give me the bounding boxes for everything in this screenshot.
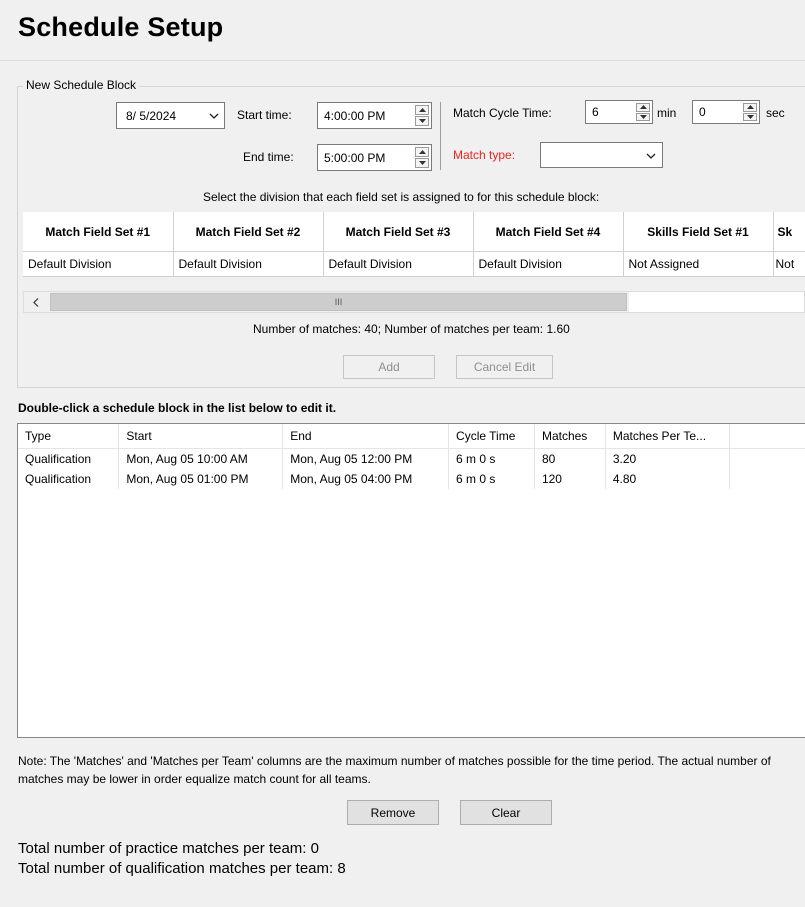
practice-total: Total number of practice matches per tea… [18, 840, 319, 857]
end-time-field[interactable]: 5:00:00 PM [317, 144, 432, 171]
field-set-header[interactable]: Match Field Set #3 [323, 212, 474, 252]
field-set-division-cell[interactable]: Not [773, 251, 805, 277]
row-matches-per-team: 3.20 [605, 448, 730, 469]
scroll-left-icon[interactable] [24, 292, 48, 312]
column-header-filler [729, 424, 805, 449]
date-value: 8/ 5/2024 [126, 108, 177, 123]
min-label: min [657, 106, 677, 120]
field-set-division-cell[interactable]: Default Division [473, 251, 624, 277]
chevron-down-icon [209, 113, 219, 119]
field-set-division-cell[interactable]: Default Division [173, 251, 324, 277]
start-time-label: Start time: [237, 108, 292, 122]
matches-note: Note: The 'Matches' and 'Matches per Tea… [18, 754, 771, 786]
row-end: Mon, Aug 05 04:00 PM [282, 469, 450, 489]
scrollbar-track[interactable] [629, 292, 804, 312]
row-end: Mon, Aug 05 12:00 PM [282, 448, 450, 469]
column-header-type[interactable]: Type [18, 424, 120, 449]
row-cycle-time: 6 m 0 s [448, 469, 535, 489]
sec-label: sec [766, 106, 785, 120]
field-set-table: Match Field Set #1 Match Field Set #2 Ma… [23, 212, 805, 277]
row-filler [729, 449, 805, 470]
row-type: Qualification [18, 469, 120, 489]
field-set-division-cell[interactable]: Default Division [323, 251, 474, 277]
column-header-end[interactable]: End [282, 424, 450, 449]
row-start: Mon, Aug 05 01:00 PM [118, 469, 284, 489]
column-header-matches-per-team[interactable]: Matches Per Te... [605, 424, 730, 449]
spin-down-icon[interactable] [415, 158, 429, 168]
spin-up-icon[interactable] [636, 103, 650, 112]
horizontal-scrollbar[interactable]: III [23, 291, 805, 313]
field-set-division-cell[interactable]: Default Division [23, 251, 174, 277]
vertical-separator [440, 102, 441, 170]
cycle-minutes-value: 6 [592, 105, 599, 119]
clear-button[interactable]: Clear [460, 800, 552, 825]
spin-up-icon[interactable] [743, 103, 757, 112]
page-title: Schedule Setup [18, 12, 224, 42]
spin-down-icon[interactable] [415, 116, 429, 126]
table-row[interactable]: Qualification Mon, Aug 05 01:00 PM Mon, … [18, 469, 805, 489]
list-hint: Double-click a schedule block in the lis… [18, 401, 337, 415]
row-start: Mon, Aug 05 10:00 AM [118, 448, 284, 469]
division-prompt: Select the division that each field set … [203, 190, 600, 204]
scrollbar-thumb[interactable]: III [50, 293, 627, 311]
schedule-block-list[interactable]: Type Start End Cycle Time Matches Matche… [17, 423, 805, 738]
row-matches: 120 [534, 469, 606, 489]
field-set-header[interactable]: Match Field Set #4 [473, 212, 624, 252]
remove-button[interactable]: Remove [347, 800, 439, 825]
row-matches-per-team: 4.80 [605, 469, 730, 489]
start-time-value: 4:00:00 PM [324, 108, 386, 123]
match-type-select[interactable] [540, 142, 663, 168]
schedule-block-table: Type Start End Cycle Time Matches Matche… [18, 424, 805, 489]
date-picker[interactable]: 8/ 5/2024 [116, 102, 225, 129]
end-time-label: End time: [243, 150, 294, 164]
row-type: Qualification [18, 448, 120, 469]
spin-up-icon[interactable] [415, 147, 429, 157]
qualification-total: Total number of qualification matches pe… [18, 860, 346, 877]
chevron-down-icon [646, 153, 656, 159]
column-header-cycle-time[interactable]: Cycle Time [448, 424, 535, 449]
field-set-header[interactable]: Match Field Set #1 [23, 212, 174, 252]
start-time-field[interactable]: 4:00:00 PM [317, 102, 432, 129]
column-header-matches[interactable]: Matches [534, 424, 606, 449]
field-set-header[interactable]: Skills Field Set #1 [623, 212, 774, 252]
row-filler [729, 469, 805, 489]
field-set-division-cell[interactable]: Not Assigned [623, 251, 774, 277]
cycle-seconds-field[interactable]: 0 [692, 100, 760, 124]
cancel-edit-button[interactable]: Cancel Edit [456, 355, 553, 379]
spin-up-icon[interactable] [415, 105, 429, 115]
spin-down-icon[interactable] [743, 112, 757, 121]
cycle-minutes-field[interactable]: 6 [585, 100, 653, 124]
matches-summary: Number of matches: 40; Number of matches… [253, 322, 570, 336]
group-label: New Schedule Block [23, 78, 140, 92]
field-set-header[interactable]: Match Field Set #2 [173, 212, 324, 252]
match-cycle-label: Match Cycle Time: [453, 106, 552, 120]
title-divider [0, 60, 805, 61]
add-button[interactable]: Add [343, 355, 435, 379]
match-type-label: Match type: [453, 148, 516, 162]
row-matches: 80 [534, 448, 606, 469]
row-cycle-time: 6 m 0 s [448, 448, 535, 469]
column-header-start[interactable]: Start [118, 424, 284, 449]
table-row[interactable]: Qualification Mon, Aug 05 10:00 AM Mon, … [18, 448, 805, 470]
field-set-header[interactable]: Sk [773, 212, 805, 252]
end-time-value: 5:00:00 PM [324, 150, 386, 165]
cycle-seconds-value: 0 [699, 105, 706, 119]
spin-down-icon[interactable] [636, 112, 650, 121]
